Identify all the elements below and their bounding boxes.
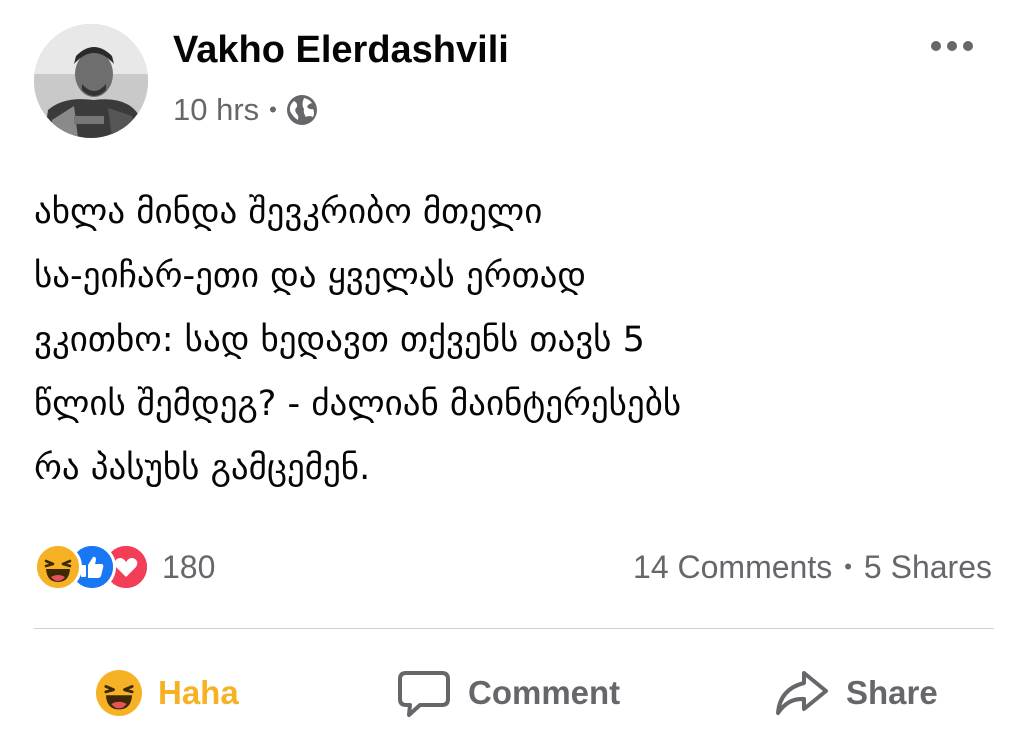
comments-count-link[interactable]: 14 Comments [633,549,832,586]
post-stats: 14 Comments • 5 Shares [633,542,992,592]
haha-button[interactable]: Haha [96,655,239,730]
haha-icon [96,669,142,716]
more-dot-icon [947,41,957,51]
avatar-photo-icon [34,24,148,138]
post-meta: 10 hrs • [173,88,319,132]
meta-separator: • [269,97,277,122]
reaction-count: 180 [162,548,216,585]
haha-label: Haha [158,673,239,711]
comment-label: Comment [468,673,621,711]
more-dot-icon [931,41,941,51]
reactions-summary[interactable]: 180 [34,542,215,592]
facebook-post: Vakho Elerdashvili 10 hrs • ახლა მინდა შ… [0,0,1024,741]
post-text-line: წლის შემდეგ? - ძალიან მაინტერესებს [34,384,682,424]
globe-icon [285,93,319,127]
comment-button[interactable]: Comment [396,655,620,730]
share-button[interactable]: Share [772,655,938,730]
haha-icon [34,543,82,591]
post-text-line: სა-ეიჩარ-ეთი და ყველას ერთად [34,256,587,296]
divider [34,628,994,629]
share-label: Share [846,673,938,711]
post-text: ახლა მინდა შევკრიბო მთელი სა-ეიჩარ-ეთი დ… [34,180,984,500]
action-bar: Haha Comment Share [0,655,1024,730]
post-text-line: ვკითხო: სად ხედავთ თქვენს თავს 5 [34,320,645,360]
post-text-line: რა პასუხს გამცემენ. [34,448,371,488]
more-dot-icon [963,41,973,51]
shares-count-link[interactable]: 5 Shares [864,549,992,586]
share-arrow-icon [772,665,830,721]
stats-separator: • [844,554,852,579]
comment-bubble-icon [396,665,452,721]
post-time[interactable]: 10 hrs [173,92,259,128]
avatar[interactable] [34,24,148,138]
author-name[interactable]: Vakho Elerdashvili [173,26,509,74]
more-options-button[interactable] [922,28,982,64]
post-text-line: ახლა მინდა შევკრიბო მთელი [34,192,543,232]
